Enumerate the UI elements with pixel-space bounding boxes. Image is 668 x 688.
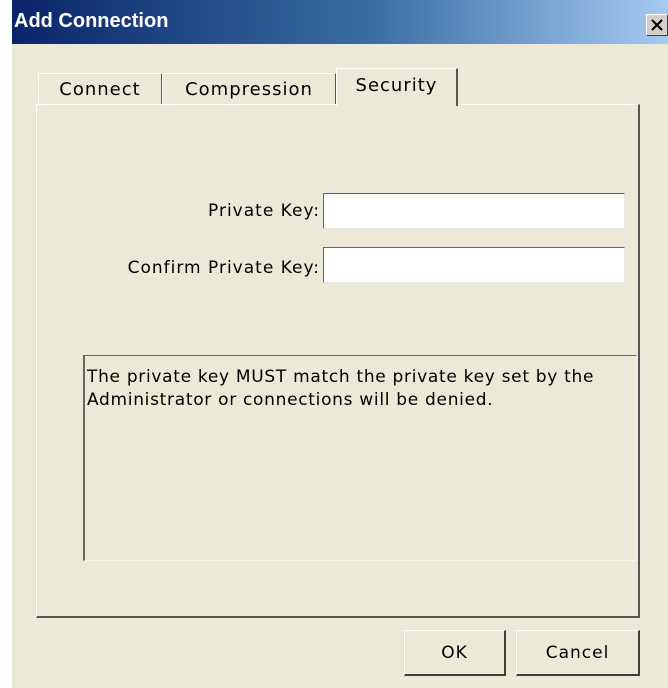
note-text: The private key MUST match the private k… xyxy=(87,367,595,410)
cancel-button[interactable]: Cancel xyxy=(516,630,640,676)
close-button[interactable] xyxy=(646,14,668,36)
tab-compression-label: Compression xyxy=(185,78,313,100)
tab-connect-label: Connect xyxy=(59,78,141,100)
private-key-label: Private Key: xyxy=(208,201,320,221)
ok-button-label: OK xyxy=(441,642,468,663)
confirm-private-key-field[interactable] xyxy=(323,247,625,283)
confirm-private-key-label: Confirm Private Key: xyxy=(127,258,320,278)
close-icon xyxy=(651,19,663,31)
dialog-title: Add Connection xyxy=(14,10,169,32)
tab-security-label: Security xyxy=(355,75,438,96)
tab-security[interactable]: Security xyxy=(336,68,458,106)
private-key-field[interactable] xyxy=(323,193,625,229)
ok-button[interactable]: OK xyxy=(404,630,506,676)
tab-connect[interactable]: Connect xyxy=(38,73,162,105)
security-tab-panel: Private Key: Confirm Private Key: The pr… xyxy=(36,104,640,618)
private-key-note: The private key MUST match the private k… xyxy=(83,355,637,561)
tab-compression[interactable]: Compression xyxy=(162,73,336,105)
title-bar[interactable]: Add Connection xyxy=(12,0,668,44)
add-connection-dialog: Add Connection Connect Compression Secur… xyxy=(12,0,668,688)
cancel-button-label: Cancel xyxy=(545,642,610,663)
